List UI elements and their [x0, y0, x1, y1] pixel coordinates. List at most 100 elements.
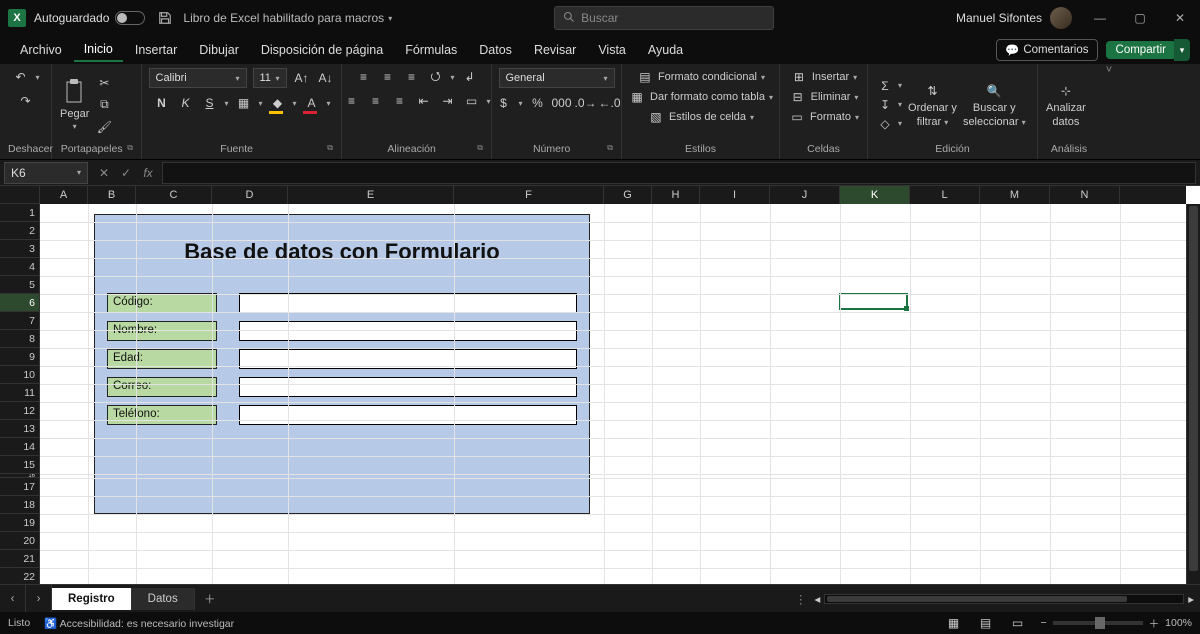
add-sheet-button[interactable]: ＋	[195, 591, 225, 607]
horizontal-scrollbar[interactable]: ◂ ▸	[814, 592, 1194, 606]
merge-icon[interactable]: ▭	[463, 92, 481, 110]
format-as-table-button[interactable]: ▦Dar formato como tabla▾	[628, 88, 773, 106]
decrease-decimal-icon[interactable]: ←.0	[601, 94, 619, 112]
row-header-19[interactable]: 19	[0, 514, 40, 532]
view-normal-icon[interactable]: ▦	[945, 614, 963, 632]
autosum-button[interactable]: Σ▾	[876, 77, 902, 95]
paste-button[interactable]: Pegar ▾	[60, 78, 89, 131]
col-header-L[interactable]: L	[910, 186, 980, 204]
row-header-2[interactable]: 2	[0, 222, 40, 240]
row-headers[interactable]: 12345678910111213141516171819202122	[0, 204, 40, 584]
row-header-22[interactable]: 22	[0, 568, 40, 584]
wrap-text-icon[interactable]: ↲	[461, 68, 479, 86]
col-header-G[interactable]: G	[604, 186, 652, 204]
col-header-D[interactable]: D	[212, 186, 288, 204]
cell-styles-button[interactable]: ▧Estilos de celda▾	[647, 108, 754, 126]
sheet-tab-registro[interactable]: Registro	[52, 588, 132, 610]
fill-color-button[interactable]: ◆	[269, 94, 287, 112]
row-header-7[interactable]: 7	[0, 312, 40, 330]
underline-button[interactable]: S	[200, 94, 218, 112]
col-header-M[interactable]: M	[980, 186, 1050, 204]
fill-handle[interactable]	[904, 306, 909, 311]
insert-cells-button[interactable]: ⊞Insertar▾	[790, 68, 857, 86]
sheet-nav-prev[interactable]: ‹	[0, 585, 26, 613]
col-header-H[interactable]: H	[652, 186, 700, 204]
row-header-3[interactable]: 3	[0, 240, 40, 258]
fx-icon[interactable]: fx	[138, 166, 158, 180]
zoom-control[interactable]: − ＋ 100%	[1041, 616, 1193, 631]
clear-button[interactable]: ◇▾	[876, 115, 902, 133]
find-select-button[interactable]: 🔍 Buscar y seleccionar ▾	[963, 82, 1026, 128]
form-input[interactable]	[239, 293, 577, 313]
number-format-select[interactable]: General▾	[499, 68, 615, 88]
currency-icon[interactable]: $	[495, 94, 513, 112]
bold-button[interactable]: N	[152, 94, 170, 112]
save-icon[interactable]	[155, 8, 175, 28]
undo-icon[interactable]: ↶	[11, 68, 29, 86]
form-input[interactable]	[239, 377, 577, 397]
close-button[interactable]: ✕	[1160, 0, 1200, 36]
format-painter-icon[interactable]: 🖌	[95, 118, 113, 136]
col-header-F[interactable]: F	[454, 186, 604, 204]
sheet-nav-next[interactable]: ›	[26, 585, 52, 613]
percent-icon[interactable]: %	[529, 94, 547, 112]
font-name-select[interactable]: Calibri▾	[149, 68, 247, 88]
cancel-formula-icon[interactable]: ✕	[94, 166, 114, 180]
tab-revisar[interactable]: Revisar	[524, 39, 586, 61]
conditional-formatting-button[interactable]: ▤Formato condicional▾	[636, 68, 765, 86]
redo-icon[interactable]: ↷	[17, 92, 35, 110]
border-button[interactable]: ▦	[234, 94, 252, 112]
zoom-in-icon[interactable]: ＋	[1149, 616, 1160, 631]
scroll-right-icon[interactable]: ▸	[1188, 592, 1194, 606]
col-header-J[interactable]: J	[770, 186, 840, 204]
decrease-indent-icon[interactable]: ⇤	[415, 92, 433, 110]
align-left-icon[interactable]: ≡	[343, 92, 361, 110]
zoom-out-icon[interactable]: −	[1041, 617, 1047, 629]
col-header-N[interactable]: N	[1050, 186, 1120, 204]
formula-input[interactable]	[162, 162, 1196, 184]
collapse-ribbon-button[interactable]: ˅	[1100, 64, 1118, 159]
align-top-icon[interactable]: ≡	[354, 68, 372, 86]
col-header-E[interactable]: E	[288, 186, 454, 204]
font-color-button[interactable]: A	[303, 94, 321, 112]
col-header-K[interactable]: K	[840, 186, 910, 204]
accept-formula-icon[interactable]: ✓	[116, 166, 136, 180]
row-header-4[interactable]: 4	[0, 258, 40, 276]
analyze-data-button[interactable]: ⊹ Analizar datos	[1046, 82, 1086, 128]
row-header-17[interactable]: 17	[0, 478, 40, 496]
cell-grid[interactable]: Base de datos con Formulario Código:Nomb…	[40, 204, 1186, 584]
autosave-toggle[interactable]	[115, 11, 145, 25]
row-header-9[interactable]: 9	[0, 348, 40, 366]
tab-vista[interactable]: Vista	[588, 39, 636, 61]
orientation-icon[interactable]: ⭯	[426, 68, 444, 86]
align-center-icon[interactable]: ≡	[367, 92, 385, 110]
col-header-B[interactable]: B	[88, 186, 136, 204]
col-header-I[interactable]: I	[700, 186, 770, 204]
share-dropdown[interactable]: ▾	[1174, 39, 1190, 61]
align-middle-icon[interactable]: ≡	[378, 68, 396, 86]
column-headers[interactable]: ABCDEFGHIJKLMN	[40, 186, 1186, 204]
document-title[interactable]: Libro de Excel habilitado para macros ▾	[183, 11, 392, 25]
vertical-scrollbar[interactable]	[1186, 204, 1200, 584]
tab-inicio[interactable]: Inicio	[74, 38, 123, 62]
col-header-C[interactable]: C	[136, 186, 212, 204]
tab-split-handle[interactable]: ⋮	[795, 592, 807, 606]
italic-button[interactable]: K	[176, 94, 194, 112]
copy-icon[interactable]: ⧉	[95, 96, 113, 114]
tab-disposición-de-página[interactable]: Disposición de página	[251, 39, 393, 61]
cut-icon[interactable]: ✂	[95, 74, 113, 92]
align-right-icon[interactable]: ≡	[391, 92, 409, 110]
comma-icon[interactable]: 000	[553, 94, 571, 112]
fill-button[interactable]: ↧▾	[876, 96, 902, 114]
view-page-break-icon[interactable]: ▭	[1009, 614, 1027, 632]
format-cells-button[interactable]: ▭Formato▾	[788, 108, 859, 126]
account-area[interactable]: Manuel Sifontes	[956, 7, 1072, 29]
row-header-21[interactable]: 21	[0, 550, 40, 568]
row-header-6[interactable]: 6	[0, 294, 40, 312]
name-box[interactable]: K6▾	[4, 162, 88, 184]
increase-decimal-icon[interactable]: .0→	[577, 94, 595, 112]
align-bottom-icon[interactable]: ≡	[402, 68, 420, 86]
tab-fórmulas[interactable]: Fórmulas	[395, 39, 467, 61]
maximize-button[interactable]: ▢	[1120, 0, 1160, 36]
scroll-left-icon[interactable]: ◂	[814, 592, 820, 606]
